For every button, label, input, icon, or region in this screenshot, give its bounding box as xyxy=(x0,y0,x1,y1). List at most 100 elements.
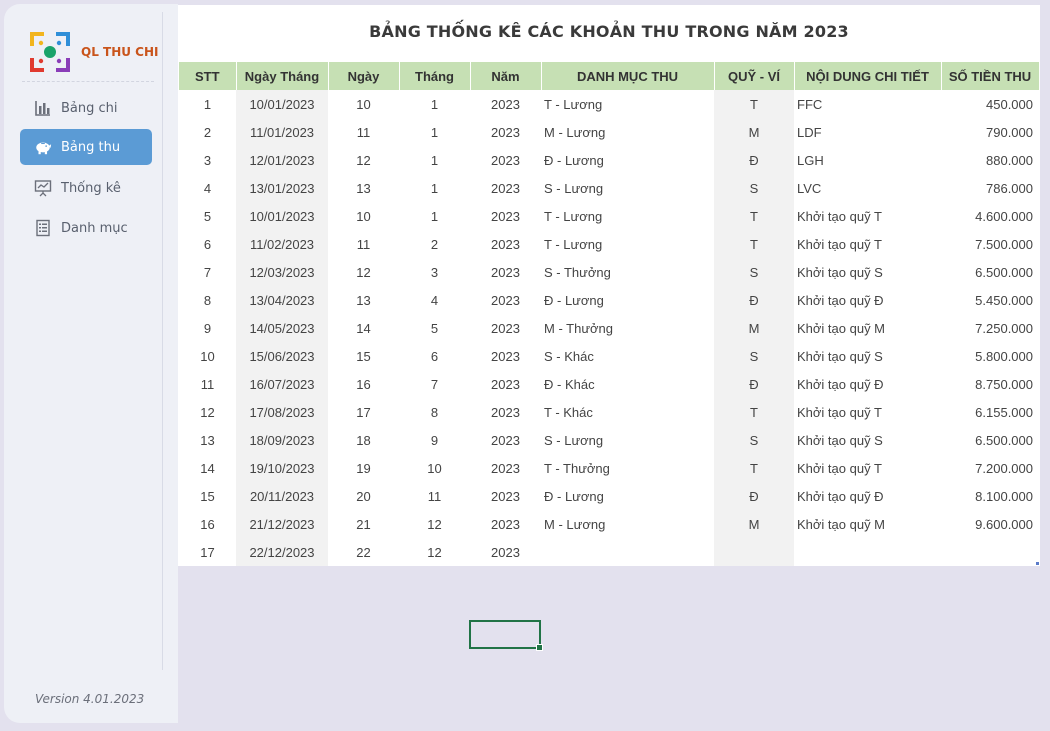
detail-cell[interactable]: Khởi tạo quỹ Đ xyxy=(794,370,941,398)
stt-cell[interactable]: 16 xyxy=(179,510,236,538)
stt-cell[interactable]: 3 xyxy=(179,146,236,174)
stt-cell[interactable]: 4 xyxy=(179,174,236,202)
fund-cell[interactable]: Đ xyxy=(714,370,794,398)
category-cell[interactable]: T - Khác xyxy=(541,398,714,426)
stt-cell[interactable]: 7 xyxy=(179,258,236,286)
amount-cell[interactable]: 880.000 xyxy=(941,146,1039,174)
fund-cell[interactable]: Đ xyxy=(714,146,794,174)
category-cell[interactable]: T - Lương xyxy=(541,90,714,118)
month-cell[interactable]: 9 xyxy=(399,426,470,454)
year-cell[interactable]: 2023 xyxy=(470,174,541,202)
year-cell[interactable]: 2023 xyxy=(470,370,541,398)
stt-cell[interactable]: 2 xyxy=(179,118,236,146)
date-cell[interactable]: 10/01/2023 xyxy=(236,90,328,118)
amount-cell[interactable]: 786.000 xyxy=(941,174,1039,202)
date-cell[interactable]: 21/12/2023 xyxy=(236,510,328,538)
nav-item-bang-chi[interactable]: Bảng chi xyxy=(20,90,152,126)
category-cell[interactable]: T - Thưởng xyxy=(541,454,714,482)
fund-cell[interactable]: Đ xyxy=(714,286,794,314)
day-cell[interactable]: 21 xyxy=(328,510,399,538)
col-header-stt[interactable]: STT xyxy=(179,62,237,90)
amount-cell[interactable]: 6.155.000 xyxy=(941,398,1039,426)
fund-cell[interactable] xyxy=(714,538,794,566)
category-cell[interactable]: Đ - Lương xyxy=(541,146,714,174)
amount-cell[interactable]: 5.450.000 xyxy=(941,286,1039,314)
year-cell[interactable]: 2023 xyxy=(470,118,541,146)
fund-cell[interactable]: T xyxy=(714,454,794,482)
stt-cell[interactable]: 10 xyxy=(179,342,236,370)
fund-cell[interactable]: M xyxy=(714,510,794,538)
fill-handle[interactable] xyxy=(536,644,543,651)
detail-cell[interactable] xyxy=(794,538,941,566)
month-cell[interactable]: 1 xyxy=(399,90,470,118)
col-header-noi-dung[interactable]: NỘI DUNG CHI TIẾT xyxy=(794,62,942,90)
stt-cell[interactable]: 14 xyxy=(179,454,236,482)
month-cell[interactable]: 7 xyxy=(399,370,470,398)
date-cell[interactable]: 17/08/2023 xyxy=(236,398,328,426)
amount-cell[interactable]: 6.500.000 xyxy=(941,426,1039,454)
month-cell[interactable]: 12 xyxy=(399,538,470,566)
date-cell[interactable]: 12/03/2023 xyxy=(236,258,328,286)
year-cell[interactable]: 2023 xyxy=(470,538,541,566)
amount-cell[interactable]: 7.250.000 xyxy=(941,314,1039,342)
year-cell[interactable]: 2023 xyxy=(470,454,541,482)
year-cell[interactable]: 2023 xyxy=(470,146,541,174)
month-cell[interactable]: 1 xyxy=(399,146,470,174)
amount-cell[interactable]: 8.750.000 xyxy=(941,370,1039,398)
month-cell[interactable]: 11 xyxy=(399,482,470,510)
amount-cell[interactable]: 7.200.000 xyxy=(941,454,1039,482)
date-cell[interactable]: 11/02/2023 xyxy=(236,230,328,258)
day-cell[interactable]: 11 xyxy=(328,118,399,146)
date-cell[interactable]: 16/07/2023 xyxy=(236,370,328,398)
month-cell[interactable]: 4 xyxy=(399,286,470,314)
day-cell[interactable]: 10 xyxy=(328,90,399,118)
day-cell[interactable]: 17 xyxy=(328,398,399,426)
year-cell[interactable]: 2023 xyxy=(470,90,541,118)
amount-cell[interactable]: 8.100.000 xyxy=(941,482,1039,510)
fund-cell[interactable]: T xyxy=(714,90,794,118)
category-cell[interactable]: S - Khác xyxy=(541,342,714,370)
month-cell[interactable]: 12 xyxy=(399,510,470,538)
year-cell[interactable]: 2023 xyxy=(470,426,541,454)
detail-cell[interactable]: FFC xyxy=(794,90,941,118)
category-cell[interactable]: T - Lương xyxy=(541,230,714,258)
category-cell[interactable]: M - Thưởng xyxy=(541,314,714,342)
nav-item-thong-ke[interactable]: Thống kê xyxy=(20,170,152,206)
category-cell[interactable]: Đ - Lương xyxy=(541,286,714,314)
day-cell[interactable]: 11 xyxy=(328,230,399,258)
day-cell[interactable]: 18 xyxy=(328,426,399,454)
month-cell[interactable]: 3 xyxy=(399,258,470,286)
amount-cell[interactable]: 5.800.000 xyxy=(941,342,1039,370)
fund-cell[interactable]: S xyxy=(714,426,794,454)
detail-cell[interactable]: Khởi tạo quỹ S xyxy=(794,342,941,370)
category-cell[interactable]: M - Lương xyxy=(541,510,714,538)
col-header-so-tien[interactable]: SỐ TIỀN THU xyxy=(941,62,1040,90)
day-cell[interactable]: 16 xyxy=(328,370,399,398)
year-cell[interactable]: 2023 xyxy=(470,202,541,230)
nav-item-danh-muc[interactable]: Danh mục xyxy=(20,210,152,246)
category-cell[interactable]: Đ - Lương xyxy=(541,482,714,510)
month-cell[interactable]: 1 xyxy=(399,174,470,202)
month-cell[interactable]: 2 xyxy=(399,230,470,258)
category-cell[interactable]: S - Thưởng xyxy=(541,258,714,286)
amount-cell[interactable]: 790.000 xyxy=(941,118,1039,146)
col-header-ngay[interactable]: Ngày xyxy=(328,62,400,90)
date-cell[interactable]: 22/12/2023 xyxy=(236,538,328,566)
day-cell[interactable]: 20 xyxy=(328,482,399,510)
day-cell[interactable]: 10 xyxy=(328,202,399,230)
nav-item-bang-thu[interactable]: Bảng thu xyxy=(20,129,152,165)
stt-cell[interactable]: 6 xyxy=(179,230,236,258)
month-cell[interactable]: 8 xyxy=(399,398,470,426)
col-header-ngay-thang[interactable]: Ngày Tháng xyxy=(236,62,329,90)
stt-cell[interactable]: 8 xyxy=(179,286,236,314)
month-cell[interactable]: 1 xyxy=(399,118,470,146)
year-cell[interactable]: 2023 xyxy=(470,342,541,370)
col-header-quy-vi[interactable]: QUỸ - VÍ xyxy=(714,62,795,90)
date-cell[interactable]: 19/10/2023 xyxy=(236,454,328,482)
detail-cell[interactable]: Khởi tạo quỹ T xyxy=(794,454,941,482)
day-cell[interactable]: 22 xyxy=(328,538,399,566)
stt-cell[interactable]: 13 xyxy=(179,426,236,454)
date-cell[interactable]: 11/01/2023 xyxy=(236,118,328,146)
date-cell[interactable]: 20/11/2023 xyxy=(236,482,328,510)
fund-cell[interactable]: M xyxy=(714,314,794,342)
